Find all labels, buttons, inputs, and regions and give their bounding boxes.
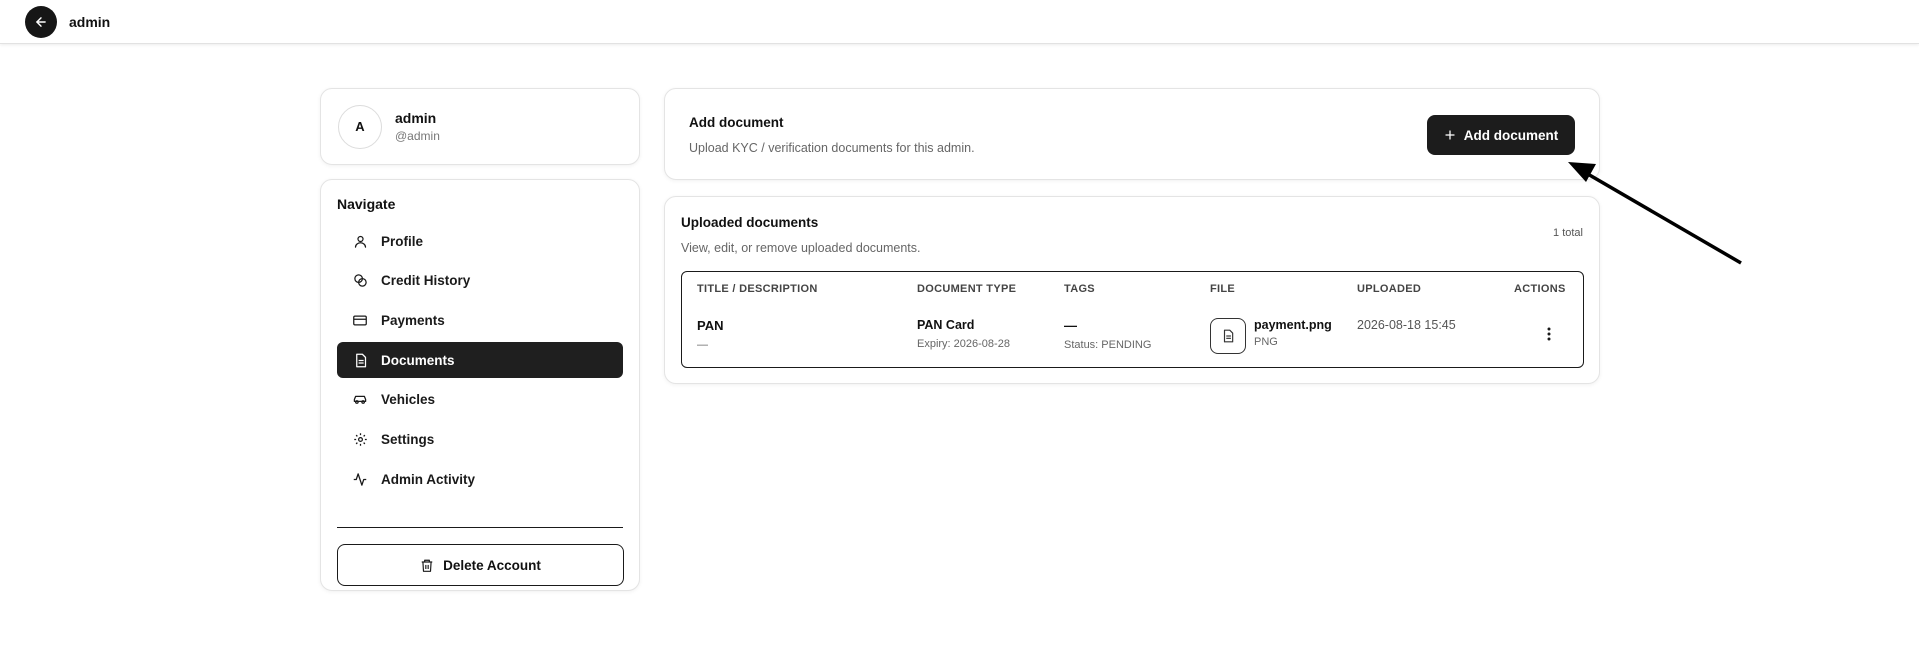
column-header-actions: ACTIONS (1514, 283, 1566, 295)
annotation-arrow (1568, 162, 1742, 265)
add-document-button[interactable]: Add document (1427, 115, 1575, 155)
user-handle: @admin (395, 129, 440, 143)
document-expiry: Expiry: 2026-08-28 (917, 338, 1010, 350)
document-description: — (697, 339, 708, 351)
column-header-title: TITLE / DESCRIPTION (697, 283, 818, 295)
navigation-card: Navigate Profile Credit History Payments… (320, 179, 640, 591)
nav-item-vehicles[interactable]: Vehicles (337, 382, 623, 418)
arrow-left-icon (36, 16, 46, 27)
nav-item-documents[interactable]: Documents (337, 342, 623, 379)
document-title: PAN (697, 318, 724, 333)
uploaded-date: 2026-08-18 15:45 (1357, 318, 1456, 332)
back-button[interactable] (25, 5, 57, 38)
more-vertical-icon (1547, 327, 1551, 341)
user-icon (352, 233, 368, 249)
document-tags: — (1064, 318, 1077, 333)
uploaded-documents-title: Uploaded documents (681, 215, 819, 230)
uploaded-documents-card: Uploaded documents View, edit, or remove… (664, 196, 1600, 384)
document-type: PAN Card (917, 318, 975, 332)
nav-divider (337, 527, 623, 529)
row-actions-button[interactable] (1541, 322, 1557, 346)
nav-item-admin-activity[interactable]: Admin Activity (337, 461, 623, 497)
nav-item-credit-history[interactable]: Credit History (337, 263, 623, 299)
nav-item-label: Credit History (381, 273, 471, 289)
add-document-card: Add document Upload KYC / verification d… (664, 88, 1600, 180)
page-title: admin (69, 13, 111, 30)
nav-item-profile[interactable]: Profile (337, 223, 623, 259)
nav-item-payments[interactable]: Payments (337, 302, 623, 338)
car-icon (352, 392, 368, 408)
nav-item-settings[interactable]: Settings (337, 421, 623, 457)
document-status: Status: PENDING (1064, 339, 1152, 351)
file-extension: PNG (1254, 336, 1278, 348)
column-header-uploaded: UPLOADED (1357, 283, 1422, 295)
file-name[interactable]: payment.png (1254, 318, 1332, 332)
activity-icon (352, 471, 368, 487)
delete-account-button[interactable]: Delete Account (337, 544, 624, 587)
credit-card-icon (352, 312, 368, 328)
nav-item-label: Settings (381, 431, 435, 447)
nav-heading: Navigate (337, 196, 396, 212)
avatar: A (338, 104, 382, 149)
top-bar: admin (0, 0, 1919, 44)
gear-icon (352, 431, 368, 447)
nav-item-label: Profile (381, 233, 424, 249)
documents-table: TITLE / DESCRIPTION DOCUMENT TYPE TAGS F… (681, 271, 1584, 368)
user-name: admin (395, 110, 437, 126)
nav-item-label: Payments (381, 312, 445, 328)
uploaded-documents-subtitle: View, edit, or remove uploaded documents… (681, 241, 921, 255)
plus-icon (1445, 130, 1455, 140)
user-card: A admin @admin (320, 88, 640, 165)
nav-item-label: Admin Activity (381, 471, 476, 487)
document-icon (352, 352, 368, 368)
column-header-tags: TAGS (1064, 283, 1095, 295)
coins-icon (352, 273, 368, 289)
delete-account-label: Delete Account (443, 557, 541, 573)
trash-icon (421, 559, 433, 572)
column-header-document-type: DOCUMENT TYPE (917, 283, 1017, 295)
add-document-button-label: Add document (1463, 127, 1559, 143)
nav-item-label: Documents (381, 352, 455, 368)
column-header-file: FILE (1210, 283, 1236, 295)
nav-item-label: Vehicles (381, 392, 436, 408)
file-icon[interactable] (1210, 318, 1246, 354)
